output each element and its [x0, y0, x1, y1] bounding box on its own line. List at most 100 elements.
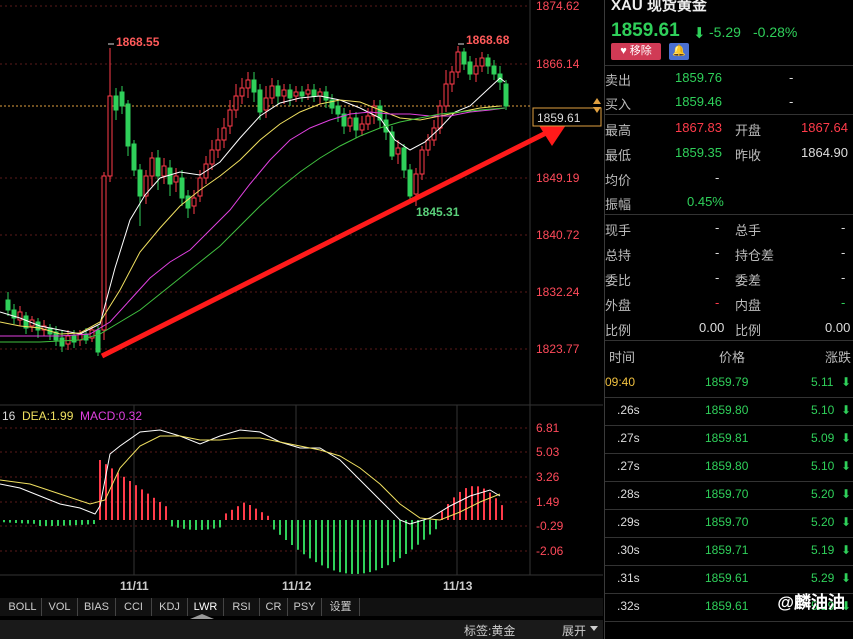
candle-body — [65, 335, 71, 345]
tick-change: 5.29 — [811, 571, 835, 585]
toolbar-vol[interactable]: VOL — [42, 598, 78, 616]
tag-label[interactable]: 标签:黄金 — [464, 622, 515, 639]
toolbar-bias[interactable]: BIAS — [78, 598, 116, 616]
high-annotation-1: 1868.55 — [116, 35, 160, 49]
quote-row-hold: 总持 - 持仓差 - — [605, 241, 853, 265]
bili-value: 0.00 — [699, 320, 725, 335]
candle-body — [395, 147, 401, 155]
tick-price: 1859.71 — [705, 543, 749, 557]
divider — [605, 340, 853, 341]
avg-value: - — [715, 170, 720, 185]
tick-row: .29s 1859.70 5.20 ⬇ — [605, 511, 853, 538]
candle-body — [161, 165, 167, 177]
candle-body — [263, 97, 269, 111]
candle-body — [185, 195, 191, 209]
candle-body — [293, 91, 299, 97]
macd-legend-macd: MACD:0.32 — [80, 409, 142, 423]
price-change-pct: -0.28% — [753, 24, 798, 40]
divider — [605, 114, 853, 115]
date-label: 11/11 — [120, 579, 149, 593]
divider — [605, 621, 853, 622]
candle-body — [335, 105, 341, 115]
expand-button[interactable]: 展开 — [562, 622, 586, 639]
macd-histogram — [3, 460, 503, 574]
down-arrow-icon: ⬇ — [841, 403, 852, 417]
expand-chevron-icon[interactable] — [590, 626, 598, 631]
tick-time: .31s — [617, 571, 640, 585]
tick-change: 5.19 — [811, 543, 835, 557]
divider — [605, 214, 853, 215]
down-arrow-icon: ⬇ — [841, 543, 852, 557]
down-arrow-icon: ⬇ — [841, 431, 852, 445]
trend-arrow-shaft — [100, 129, 550, 359]
alert-bell-button[interactable]: 🔔 — [669, 43, 689, 60]
candle-body — [251, 79, 257, 93]
toolbar-psy[interactable]: PSY — [288, 598, 322, 616]
tick-time: .29s — [617, 515, 640, 529]
candle-body — [353, 117, 359, 131]
down-arrow-icon: ⬇ — [841, 515, 852, 529]
price-change: -5.29 — [709, 24, 741, 40]
kline-chart[interactable]: 1868.55 1868.68 1845.31 1874.62 1866.14 … — [0, 0, 603, 598]
divider — [605, 453, 853, 454]
candle-body — [479, 57, 485, 67]
collapse-arrow-icon[interactable] — [190, 614, 214, 619]
candle-body — [149, 157, 155, 177]
macd-legend-prefix: 16 — [2, 409, 16, 423]
candle-body — [233, 95, 239, 111]
price-tick: 1832.24 — [536, 285, 580, 299]
candle-body — [179, 177, 185, 199]
macd-tick: -0.29 — [536, 519, 564, 533]
total-value: - — [841, 220, 846, 235]
candle-body — [407, 169, 413, 197]
tick-change: 5.20 — [811, 487, 835, 501]
toolbar-rsi[interactable]: RSI — [224, 598, 260, 616]
toolbar-cr[interactable]: CR — [260, 598, 288, 616]
quote-row-sell: 卖出 1859.76 - — [605, 66, 853, 90]
hold-diff-value: - — [841, 245, 846, 260]
tick-price: 1859.61 — [705, 599, 749, 613]
tick-time: .30s — [617, 543, 640, 557]
toolbar-settings[interactable]: 设置 — [322, 598, 360, 616]
cur-label: 现手 — [605, 223, 632, 238]
price-tick: 1840.72 — [536, 228, 580, 242]
tick-time: .27s — [617, 459, 640, 473]
down-arrow-icon: ⬇ — [841, 375, 852, 389]
prev-close-label: 昨收 — [735, 148, 762, 163]
price-tick: 1823.77 — [536, 342, 580, 356]
quote-row-low: 最低 1859.35 昨收 1864.90 — [605, 141, 853, 165]
divider — [605, 425, 853, 426]
last-price: 1859.61 — [611, 20, 680, 41]
candle-body — [245, 79, 251, 89]
candle-body — [125, 103, 131, 147]
chart-canvas[interactable]: 1868.55 1868.68 1845.31 1874.62 1866.14 … — [0, 0, 603, 598]
macd-tick: -2.06 — [536, 544, 564, 558]
toolbar-cci[interactable]: CCI — [116, 598, 152, 616]
inner-value: - — [841, 295, 846, 310]
tick-price: 1859.80 — [705, 403, 749, 417]
toolbar-boll[interactable]: BOLL — [4, 598, 42, 616]
toolbar-kdj[interactable]: KDJ — [152, 598, 188, 616]
candle-body — [491, 65, 497, 75]
candle-body — [197, 177, 203, 197]
divider — [605, 537, 853, 538]
candle-body — [155, 157, 161, 177]
ratio-value: - — [715, 270, 720, 285]
tick-change: 5.10 — [811, 403, 835, 417]
candle-body — [281, 89, 287, 97]
quote-row-ratio: 委比 - 委差 - — [605, 266, 853, 290]
quote-panel: XAU 现货黄金 1859.61 ⬇ -5.29 -0.28% ♥ 移除 🔔 卖… — [604, 0, 853, 639]
tick-time: .27s — [617, 431, 640, 445]
high-label: 最高 — [605, 123, 632, 138]
inner-label: 内盘 — [735, 298, 762, 313]
candle-body — [167, 167, 173, 185]
candle-body — [305, 89, 311, 95]
candle-body — [95, 329, 101, 353]
candles-group — [5, 46, 509, 356]
bili2-value: 0.00 — [825, 320, 851, 335]
candle-body — [401, 147, 407, 171]
price-tick: 1866.14 — [536, 57, 580, 71]
remove-watchlist-button[interactable]: ♥ 移除 — [611, 43, 661, 60]
amplitude-label: 振幅 — [605, 197, 632, 212]
macd-tick: 6.81 — [536, 421, 560, 435]
